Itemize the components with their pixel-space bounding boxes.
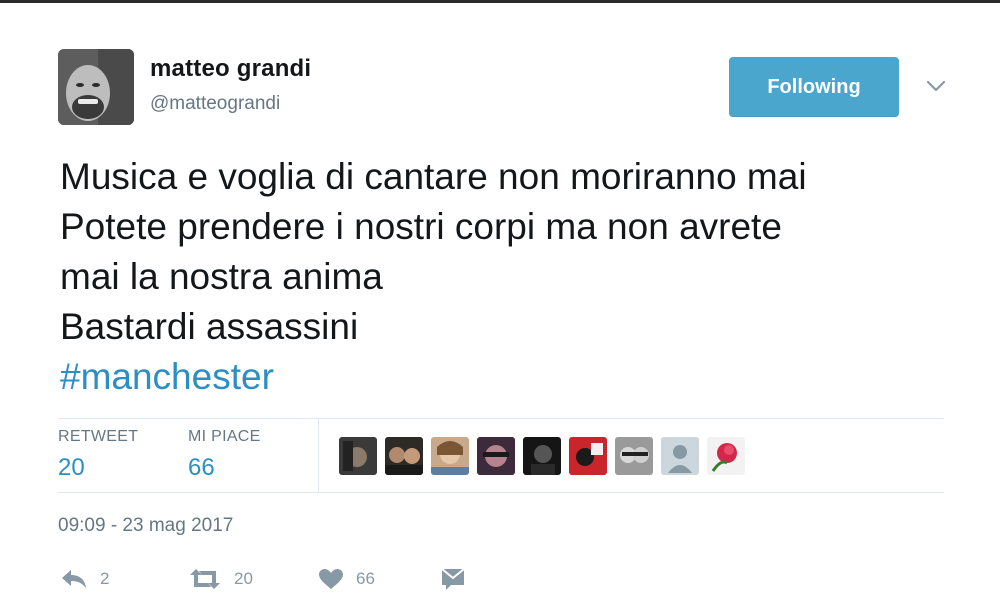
tweet-line: Potete prendere i nostri corpi ma non av… bbox=[60, 206, 782, 247]
stats-bottom-divider bbox=[58, 492, 944, 493]
liker-avatar[interactable] bbox=[385, 437, 423, 475]
retweet-icon bbox=[190, 569, 220, 589]
like-stat-value: 66 bbox=[188, 454, 215, 481]
tweet-line: Bastardi assassini bbox=[60, 306, 359, 347]
liker-avatars bbox=[339, 437, 753, 475]
more-options-caret[interactable] bbox=[922, 72, 950, 100]
liker-avatar[interactable] bbox=[661, 437, 699, 475]
envelope-icon bbox=[441, 568, 465, 590]
liker-avatar[interactable] bbox=[615, 437, 653, 475]
liker-avatar[interactable] bbox=[477, 437, 515, 475]
reply-icon bbox=[62, 570, 86, 588]
like-stat[interactable]: MI PIACE 66 bbox=[188, 428, 261, 482]
retweet-stat-label: RETWEET bbox=[58, 428, 139, 445]
like-stat-label: MI PIACE bbox=[188, 428, 261, 445]
like-count: 66 bbox=[356, 569, 375, 588]
liker-avatar[interactable] bbox=[707, 437, 745, 475]
liker-avatar[interactable] bbox=[523, 437, 561, 475]
reply-button[interactable]: 2 bbox=[60, 562, 109, 596]
liker-avatar[interactable] bbox=[569, 437, 607, 475]
liker-avatar[interactable] bbox=[339, 437, 377, 475]
tweet-card: matteo grandi @matteograndi Following Mu… bbox=[0, 0, 1000, 604]
tweet-timestamp[interactable]: 09:09 - 23 mag 2017 bbox=[58, 515, 233, 537]
tweet-text: Musica e voglia di cantare non moriranno… bbox=[60, 152, 960, 402]
avatar[interactable] bbox=[58, 49, 134, 125]
following-button[interactable]: Following bbox=[729, 57, 899, 117]
heart-icon bbox=[319, 569, 343, 589]
user-handle[interactable]: @matteograndi bbox=[150, 93, 280, 115]
direct-message-button[interactable] bbox=[440, 562, 466, 596]
hashtag-link[interactable]: #manchester bbox=[60, 352, 960, 402]
retweet-stat[interactable]: RETWEET 20 bbox=[58, 428, 138, 482]
like-button[interactable]: 66 bbox=[318, 562, 375, 596]
stats-separator bbox=[318, 419, 319, 492]
liker-avatar[interactable] bbox=[431, 437, 469, 475]
chevron-down-icon bbox=[926, 80, 946, 92]
tweet-line: Musica e voglia di cantare non moriranno… bbox=[60, 156, 807, 197]
stats-top-divider bbox=[58, 418, 944, 419]
default-avatar-icon bbox=[661, 437, 699, 475]
reply-count: 2 bbox=[100, 569, 110, 588]
retweet-stat-value: 20 bbox=[58, 454, 85, 481]
rose-icon bbox=[707, 437, 745, 475]
tweet-line: mai la nostra anima bbox=[60, 256, 383, 297]
retweet-count: 20 bbox=[234, 569, 253, 588]
retweet-button[interactable]: 20 bbox=[188, 562, 253, 596]
display-name[interactable]: matteo grandi bbox=[150, 55, 311, 83]
